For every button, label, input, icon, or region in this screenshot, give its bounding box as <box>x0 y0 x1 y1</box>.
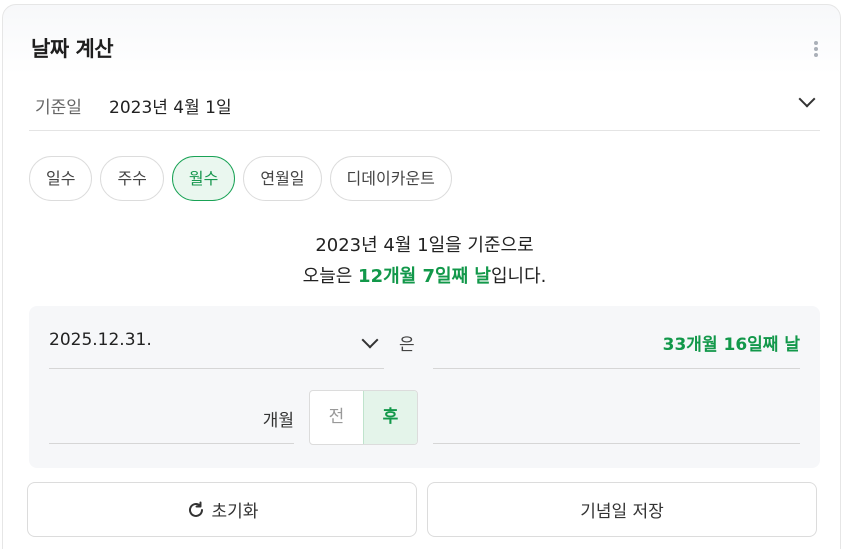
calc-mode-tabs: 일수 주수 월수 연월일 디데이카운트 <box>29 156 452 201</box>
refresh-icon <box>188 501 203 517</box>
tab-days[interactable]: 일수 <box>29 156 93 201</box>
before-after-toggle: 전 후 <box>309 390 418 445</box>
tab-year-month-day[interactable]: 연월일 <box>243 156 322 201</box>
tab-weeks[interactable]: 주수 <box>100 156 164 201</box>
summary-prefix: 오늘은 <box>302 266 359 287</box>
chevron-down-icon <box>798 90 816 108</box>
reset-label: 초기화 <box>211 502 259 522</box>
base-date-value: 2023년 4월 1일 <box>109 98 232 118</box>
particle-label: 은 <box>399 335 415 355</box>
base-date-select[interactable]: 기준일 2023년 4월 1일 <box>29 87 820 131</box>
reset-button[interactable]: 초기화 <box>27 482 417 537</box>
before-button[interactable]: 전 <box>310 391 363 444</box>
tab-months[interactable]: 월수 <box>171 156 236 201</box>
calc-panel: 2025.12.31. 은 33개월 16일째 날 개월 전 후 <box>29 306 820 468</box>
base-date-label: 기준일 <box>35 98 82 118</box>
months-unit-label: 개월 <box>262 411 294 431</box>
save-anniversary-button[interactable]: 기념일 저장 <box>427 482 817 537</box>
date-calculator-card: 날짜 계산 기준일 2023년 4월 1일 일수 주수 월수 연월일 디데이카운… <box>2 4 841 549</box>
summary-line-1: 2023년 4월 1일을 기준으로 <box>315 235 534 256</box>
summary-line-2: 오늘은 12개월 7일째 날입니다. <box>3 262 843 288</box>
page-title: 날짜 계산 <box>31 37 114 61</box>
target-date-select[interactable]: 2025.12.31. <box>49 320 384 369</box>
months-input[interactable]: 개월 <box>49 394 294 444</box>
target-date-value: 2025.12.31. <box>49 330 152 350</box>
save-label: 기념일 저장 <box>580 502 664 522</box>
result-field: 33개월 16일째 날 <box>433 320 800 369</box>
summary-highlight: 12개월 7일째 날 <box>358 266 491 287</box>
months-result-field <box>433 394 800 444</box>
chevron-down-icon <box>361 331 379 349</box>
more-options-icon[interactable] <box>812 41 820 61</box>
after-button[interactable]: 후 <box>363 391 417 444</box>
tab-dday-count[interactable]: 디데이카운트 <box>329 156 452 201</box>
result-value: 33개월 16일째 날 <box>662 335 800 355</box>
summary-suffix: 입니다. <box>490 266 547 287</box>
